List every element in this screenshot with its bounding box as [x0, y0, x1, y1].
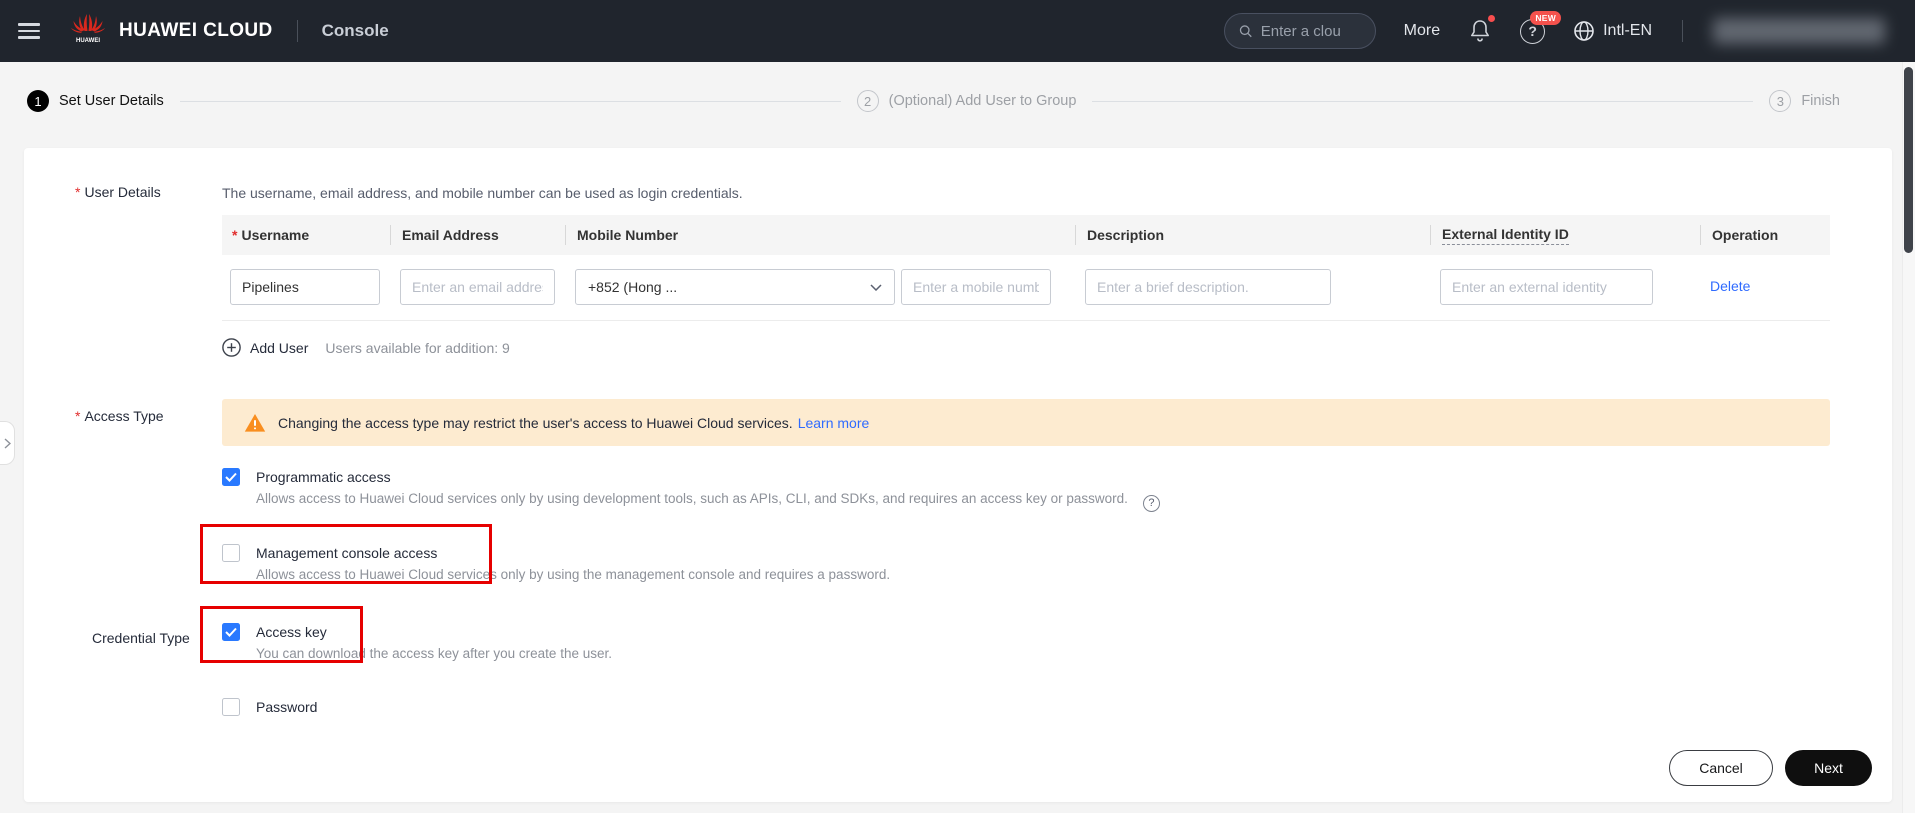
- help-center[interactable]: ? NEW: [1520, 19, 1545, 44]
- user-table: *Username Email Address Mobile Number De…: [222, 215, 1830, 321]
- language-selector[interactable]: Intl-EN: [1573, 20, 1652, 42]
- step-2-circle: 2: [857, 90, 879, 112]
- programmatic-access-checkbox[interactable]: [222, 468, 240, 486]
- users-available-note: Users available for addition: 9: [325, 340, 509, 356]
- col-operation: Operation: [1700, 225, 1830, 245]
- step-1-circle: 1: [27, 90, 49, 112]
- chevron-down-icon: [870, 284, 882, 291]
- more-menu[interactable]: More: [1404, 22, 1440, 40]
- globe-icon: [1573, 20, 1595, 42]
- access-type-warning-banner: Changing the access type may restrict th…: [222, 399, 1830, 446]
- password-option: Password: [222, 697, 1834, 717]
- next-button[interactable]: Next: [1785, 750, 1872, 786]
- programmatic-access-title: Programmatic access: [256, 467, 1160, 487]
- svg-text:HUAWEI: HUAWEI: [76, 38, 100, 44]
- new-badge: NEW: [1530, 11, 1561, 25]
- management-console-desc: Allows access to Huawei Cloud services o…: [256, 565, 890, 585]
- col-email: Email Address: [390, 225, 565, 245]
- user-details-label: *User Details: [24, 184, 222, 357]
- step-3-circle: 3: [1769, 90, 1791, 112]
- learn-more-link[interactable]: Learn more: [798, 415, 870, 431]
- programmatic-access-option: Programmatic access Allows access to Hua…: [222, 467, 1834, 512]
- access-type-label: *Access Type: [24, 399, 222, 585]
- cloud-search-box[interactable]: [1224, 13, 1376, 49]
- sidebar-expander[interactable]: [0, 421, 15, 465]
- required-asterisk: *: [75, 184, 80, 200]
- col-mobile: Mobile Number: [565, 225, 1075, 245]
- access-key-checkbox[interactable]: [222, 623, 240, 641]
- col-username: *Username: [222, 225, 390, 245]
- password-checkbox[interactable]: [222, 698, 240, 716]
- access-type-row: *Access Type Changing the access type ma…: [24, 399, 1892, 585]
- credential-type-label: Credential Type: [24, 622, 222, 717]
- search-input[interactable]: [1261, 23, 1361, 40]
- hamburger-menu-icon[interactable]: [18, 23, 40, 39]
- nav-divider: [297, 20, 298, 42]
- help-icon[interactable]: ?: [1143, 495, 1160, 512]
- password-title: Password: [256, 697, 317, 717]
- access-key-title: Access key: [256, 622, 612, 642]
- brand-title: HUAWEI CLOUD: [119, 20, 273, 42]
- check-icon: [225, 472, 237, 482]
- email-input[interactable]: [400, 269, 555, 305]
- add-circle-icon[interactable]: [222, 338, 241, 357]
- management-console-title: Management console access: [256, 543, 890, 563]
- step-1-label: Set User Details: [59, 93, 164, 109]
- description-input[interactable]: [1085, 269, 1331, 305]
- delete-row-link[interactable]: Delete: [1710, 278, 1750, 294]
- locale-label: Intl-EN: [1603, 22, 1652, 40]
- mobile-number-input[interactable]: [901, 269, 1051, 305]
- access-key-desc: You can download the access key after yo…: [256, 644, 612, 664]
- step-3-finish: 3 Finish: [1769, 90, 1840, 112]
- access-key-option: Access key You can download the access k…: [222, 622, 1834, 664]
- step-connector: [1092, 101, 1753, 102]
- col-external-identity-id[interactable]: External Identity ID: [1430, 225, 1700, 245]
- warning-icon: [244, 413, 266, 433]
- login-credentials-note: The username, email address, and mobile …: [222, 185, 1834, 201]
- external-identity-input[interactable]: [1440, 269, 1653, 305]
- step-connector: [180, 101, 841, 102]
- check-icon: [225, 627, 237, 637]
- account-menu-redacted[interactable]: [1713, 18, 1885, 44]
- nav-divider: [1682, 20, 1683, 42]
- user-details-row: *User Details The username, email addres…: [24, 184, 1892, 357]
- step-2-add-user-to-group: 2 (Optional) Add User to Group: [857, 90, 1077, 112]
- warning-text: Changing the access type may restrict th…: [278, 415, 793, 431]
- required-asterisk: *: [75, 408, 80, 424]
- table-row: +852 (Hong ... Delete: [222, 255, 1830, 321]
- top-navbar: HUAWEI HUAWEI CLOUD Console More ? NEW: [0, 0, 1915, 62]
- notifications-bell[interactable]: [1468, 18, 1492, 44]
- required-asterisk: *: [232, 227, 237, 243]
- cancel-button[interactable]: Cancel: [1669, 750, 1773, 786]
- management-console-checkbox[interactable]: [222, 544, 240, 562]
- search-icon: [1239, 23, 1252, 39]
- user-table-header: *Username Email Address Mobile Number De…: [222, 215, 1830, 255]
- management-console-option: Management console access Allows access …: [222, 543, 1834, 585]
- col-description: Description: [1075, 225, 1430, 245]
- step-2-label: (Optional) Add User to Group: [889, 93, 1077, 109]
- step-3-label: Finish: [1801, 93, 1840, 109]
- notification-dot: [1488, 15, 1495, 22]
- wizard-steps: 1 Set User Details 2 (Optional) Add User…: [0, 62, 1902, 140]
- huawei-logo-icon[interactable]: HUAWEI: [70, 13, 106, 50]
- country-code-value: +852 (Hong ...: [588, 279, 677, 295]
- scrollbar-thumb[interactable]: [1904, 67, 1913, 253]
- credential-type-row: Credential Type Access key You can downl…: [24, 622, 1892, 717]
- programmatic-access-desc: Allows access to Huawei Cloud services o…: [256, 489, 1160, 512]
- add-user-button[interactable]: Add User: [250, 340, 308, 356]
- step-1-set-user-details: 1 Set User Details: [27, 90, 164, 112]
- country-code-select[interactable]: +852 (Hong ...: [575, 269, 895, 305]
- scrollbar-track[interactable]: [1902, 62, 1915, 813]
- chevron-right-icon: [4, 438, 11, 449]
- bell-icon: [1468, 18, 1492, 44]
- username-input[interactable]: [230, 269, 380, 305]
- console-link[interactable]: Console: [322, 21, 389, 41]
- set-user-details-panel: *User Details The username, email addres…: [24, 148, 1892, 802]
